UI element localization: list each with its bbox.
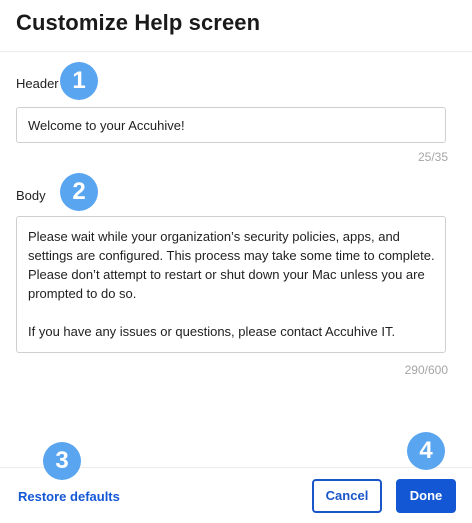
restore-defaults-button[interactable]: Restore defaults <box>18 489 120 504</box>
header-input[interactable]: Welcome to your Accuhive! <box>16 107 446 143</box>
body-text-line: Please wait while your organization’s se… <box>28 229 400 244</box>
header-char-counter: 25/35 <box>417 150 448 164</box>
step-badge-1: 1 <box>60 62 98 100</box>
step-badge-4: 4 <box>407 432 445 470</box>
header-field-label: Header <box>16 76 59 91</box>
dialog-title: Customize Help screen <box>16 10 261 35</box>
body-char-counter: 290/600 <box>404 363 448 377</box>
body-text-line: prompted to do so. <box>28 286 137 301</box>
body-textarea[interactable]: Please wait while your organization’s se… <box>16 216 446 353</box>
body-text-line: settings are configured. This process ma… <box>28 248 435 263</box>
done-button[interactable]: Done <box>396 479 456 513</box>
step-badge-2: 2 <box>60 173 98 211</box>
body-blank-line <box>28 303 434 322</box>
header-divider <box>0 51 472 52</box>
step-badge-3: 3 <box>43 442 81 480</box>
body-text-line: If you have any issues or questions, ple… <box>28 324 396 339</box>
body-text-line: Please don’t attempt to restart or shut … <box>28 267 425 282</box>
cancel-button[interactable]: Cancel <box>312 479 382 513</box>
body-field-label: Body <box>16 188 46 203</box>
